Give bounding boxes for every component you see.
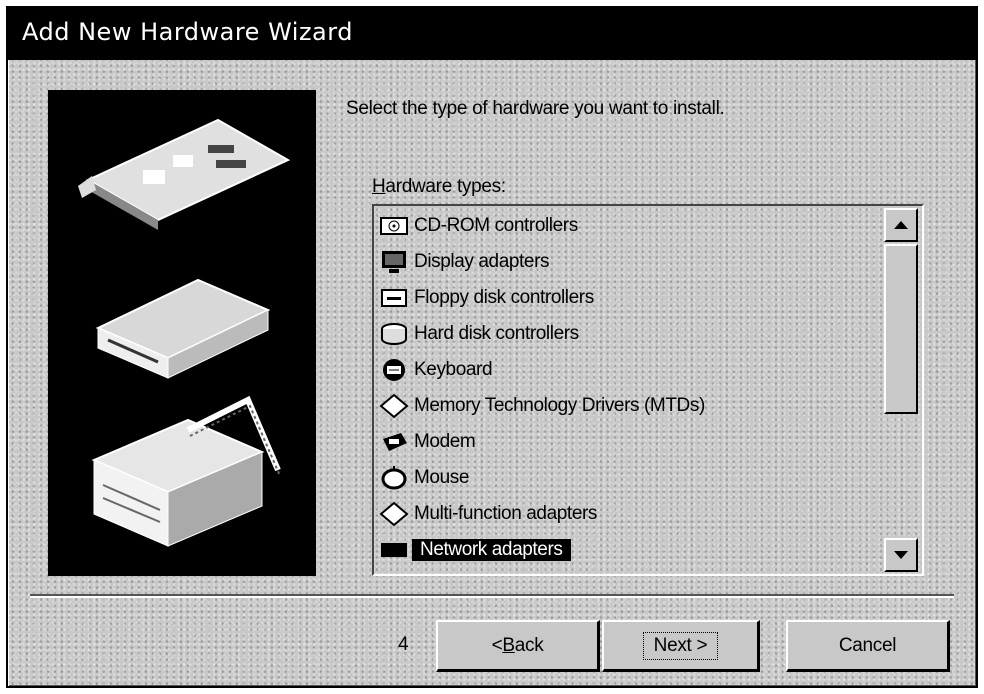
window-title: Add New Hardware Wizard [22,18,353,46]
hardware-types-label: Hardware types: [372,176,506,198]
cancel-button-label: Cancel [838,634,897,656]
hard-drive-illustration [91,395,281,547]
list-item-label: Mouse [414,467,470,488]
list-item-cdrom-controllers[interactable]: CD-ROM controllers [378,208,876,244]
list-item-hard-disk-controllers[interactable]: Hard disk controllers [378,316,876,352]
next-button-label: Next > [642,631,719,660]
list-item-multi-function-adapters[interactable]: Multi-function adapters [378,496,876,532]
arrow-up-icon [894,221,908,229]
mouse-icon [378,463,410,493]
back-button-prefix: < [491,634,503,656]
list-item-label: Modem [414,431,476,452]
expansion-card-illustration [78,118,291,230]
floppy-drive-illustration [95,278,271,379]
hard-disk-icon [378,319,410,349]
list-item-label: Multi-function adapters [414,503,598,524]
scroll-down-button[interactable] [884,538,918,572]
listbox-scrollbar[interactable] [882,206,922,574]
list-item-keyboard[interactable]: Keyboard [378,352,876,388]
hardware-types-label-rest: ardware types: [385,176,506,197]
network-adapter-icon [378,535,410,565]
button-area-divider [30,594,954,598]
list-item-label: Memory Technology Drivers (MTDs) [414,395,705,416]
floppy-controller-icon [378,283,410,313]
list-item-memory-technology-drivers[interactable]: Memory Technology Drivers (MTDs) [378,388,876,424]
partial-text-fragment: 4 [398,634,409,655]
arrow-down-icon [894,551,908,559]
next-button[interactable]: Next > [602,620,760,672]
multifunction-adapter-icon [378,499,410,529]
keyboard-icon [378,355,410,385]
cdrom-icon [378,211,410,241]
back-button-label-rest: ack [514,634,544,656]
list-item-label: CD-ROM controllers [414,215,578,236]
list-item-label: Hard disk controllers [414,323,579,344]
list-item-floppy-disk-controllers[interactable]: Floppy disk controllers [378,280,876,316]
cancel-button[interactable]: Cancel [786,620,950,672]
list-item-mouse[interactable]: Mouse [378,460,876,496]
list-item-modem[interactable]: Modem [378,424,876,460]
title-bar[interactable]: Add New Hardware Wizard [8,8,976,60]
back-button-accelerator: B [502,634,515,656]
hardware-types-listbox[interactable]: CD-ROM controllers Display adapters Flop… [372,204,924,576]
list-item-label: Floppy disk controllers [414,287,594,308]
list-item-label: Keyboard [414,359,493,380]
monitor-icon [378,247,410,277]
instruction-text: Select the type of hardware you want to … [346,98,725,119]
list-item-network-adapters[interactable]: Network adapters [378,532,876,568]
scroll-up-button[interactable] [884,208,918,242]
hardware-types-accelerator: H [372,176,386,197]
modem-icon [378,427,410,457]
back-button[interactable]: < Back [436,620,600,672]
scroll-thumb[interactable] [884,244,918,414]
list-item-label: Network adapters [412,539,571,561]
wizard-side-illustration [48,90,316,576]
list-item-label: Display adapters [414,251,550,272]
list-item-display-adapters[interactable]: Display adapters [378,244,876,280]
memory-card-icon [378,391,410,421]
hardware-types-items: CD-ROM controllers Display adapters Flop… [378,208,876,568]
add-new-hardware-wizard-window: Add New Hardware Wizard Select the type … [6,6,978,688]
